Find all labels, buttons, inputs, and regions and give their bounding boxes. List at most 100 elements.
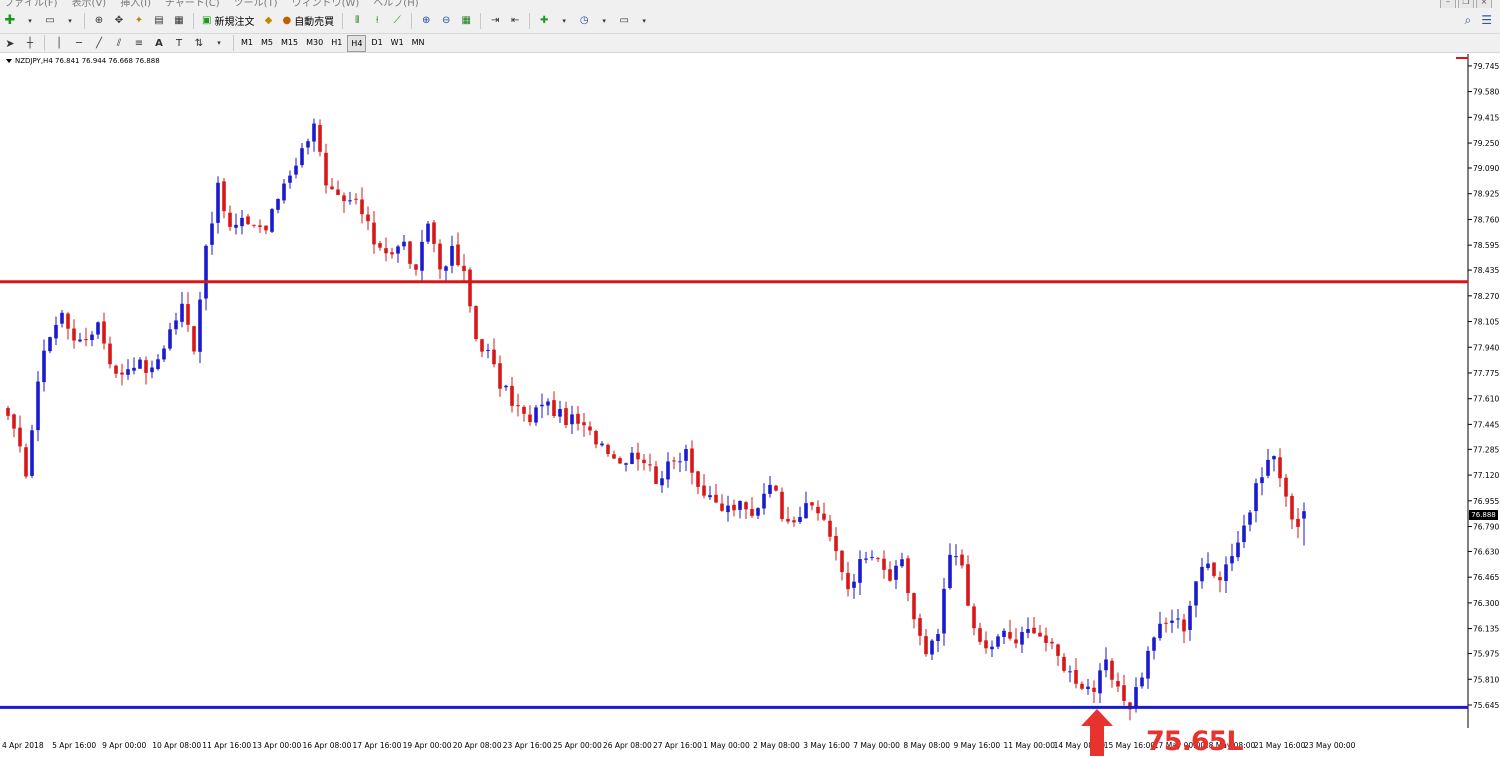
templates-icon[interactable]: ▭ [615,12,633,30]
candle-body [456,244,460,266]
text-label-icon[interactable]: T [170,34,188,52]
metaeditor-icon[interactable]: ◆ [259,12,277,30]
candle-body [1104,659,1108,671]
dropdown-arrow-icon[interactable]: ▾ [61,12,79,30]
new-order-button[interactable]: ▣ 新規注文 [199,12,257,30]
menu-item[interactable]: 表示(V) [72,0,107,8]
close-icon[interactable]: × [1476,0,1492,8]
cursor-icon[interactable]: ➤ [1,34,19,52]
time-tick-label: 2 May 08:00 [753,741,800,750]
price-chart[interactable]: 79.745 79.580 79.415 79.250 79.090 78.925 78.7… [0,54,1500,756]
text-icon[interactable]: A [150,34,168,52]
candle [414,263,418,276]
candle [924,629,928,657]
market-watch-icon[interactable]: ⊕ [90,12,108,30]
periods-clock-icon[interactable]: ◷ [575,12,593,30]
equidistant-channel-icon[interactable]: ⫽ [110,34,128,52]
dropdown-arrow-icon[interactable]: ▾ [210,34,228,52]
candle [234,213,238,235]
auto-trading-button[interactable]: ● 自動売買 [279,12,337,30]
candle [1086,679,1090,695]
candle-body [66,313,70,329]
candle [402,234,406,251]
candle [1224,556,1228,594]
candle-body [1062,656,1066,671]
candle [672,456,676,470]
dropdown-arrow-icon[interactable]: ▾ [21,12,39,30]
candle [1200,557,1204,589]
candle-body [714,494,718,503]
candle [978,622,982,645]
zoom-in-icon[interactable]: ⊕ [417,12,435,30]
time-tick-label: 17 Apr 16:00 [353,741,402,750]
timeframe-h4-button[interactable]: H4 [347,34,367,52]
profiles-icon[interactable]: ▭ [41,12,59,30]
trendline-icon[interactable]: ╱ [90,34,108,52]
candle [750,497,754,518]
price-tick-label: 76.135 [1473,625,1499,634]
menu-item[interactable]: ヘルプ(H) [373,0,418,8]
candle [1074,658,1078,689]
candle [162,345,166,362]
dropdown-arrow-icon[interactable]: ▾ [555,12,573,30]
timeframe-m30-button[interactable]: M30 [303,35,326,50]
minimize-icon[interactable]: – [1440,0,1456,8]
candle [168,322,172,351]
candle-body [228,212,232,227]
autoscroll-icon[interactable]: ⇤ [506,12,524,30]
zoom-out-icon[interactable]: ⊖ [437,12,455,30]
arrows-icon[interactable]: ⇅ [190,34,208,52]
data-window-icon[interactable]: ✥ [110,12,128,30]
candle-body [546,401,550,406]
candle-body [702,485,706,496]
candle [1248,509,1252,532]
candle [930,639,934,660]
community-icon[interactable]: ☰ [1481,13,1492,28]
timeframe-w1-button[interactable]: W1 [388,35,407,50]
chart-menu-icon[interactable] [6,59,12,63]
line-chart-icon[interactable]: ⟋ [388,12,406,30]
price-tick-label: 78.925 [1473,190,1499,199]
navigator-icon[interactable]: ✦ [130,12,148,30]
candle-body [510,385,514,406]
candlestick-icon[interactable]: ⍿ [368,12,386,30]
candle-body [6,408,10,416]
candle-body [750,508,754,516]
candle [60,309,64,328]
dropdown-arrow-icon[interactable]: ▾ [635,12,653,30]
candle [528,405,532,426]
chart-shift-icon[interactable]: ⇥ [486,12,504,30]
timeframe-m1-button[interactable]: M1 [238,35,256,50]
terminal-icon[interactable]: ▤ [150,12,168,30]
candle [1242,514,1246,549]
candle-body [894,565,898,580]
bar-chart-icon[interactable]: ⫴ [348,12,366,30]
price-tick-label: 79.250 [1473,139,1499,148]
timeframe-m15-button[interactable]: M15 [278,35,301,50]
new-chart-icon[interactable]: ✚ [1,12,19,30]
search-icon[interactable]: ⌕ [1465,13,1472,28]
menu-item[interactable]: チャート(C) [165,0,220,8]
menu-item[interactable]: ファイル(F) [4,0,58,8]
candle [720,494,724,512]
timeframe-mn-button[interactable]: MN [409,35,428,50]
menu-item[interactable]: ウィンドウ(W) [292,0,360,8]
indicators-icon[interactable]: ✚ [535,12,553,30]
timeframe-d1-button[interactable]: D1 [368,35,385,50]
crosshair-icon[interactable]: ┼ [21,34,39,52]
menu-item[interactable]: ツール(T) [234,0,278,8]
candle-body [366,214,370,222]
strategy-tester-icon[interactable]: ▦ [170,12,188,30]
tile-windows-icon[interactable]: ▦ [457,12,475,30]
candle-body [1302,511,1306,519]
candle [426,221,430,245]
timeframe-m5-button[interactable]: M5 [258,35,276,50]
candle-body [180,303,184,322]
dropdown-arrow-icon[interactable]: ▾ [595,12,613,30]
timeframe-h1-button[interactable]: H1 [328,35,345,50]
restore-icon[interactable]: ❐ [1458,0,1474,8]
menu-item[interactable]: 挿入(I) [120,0,151,8]
horizontal-line-icon[interactable]: ─ [70,34,88,52]
vertical-line-icon[interactable]: │ [50,34,68,52]
fibonacci-icon[interactable]: ≡ [130,34,148,52]
